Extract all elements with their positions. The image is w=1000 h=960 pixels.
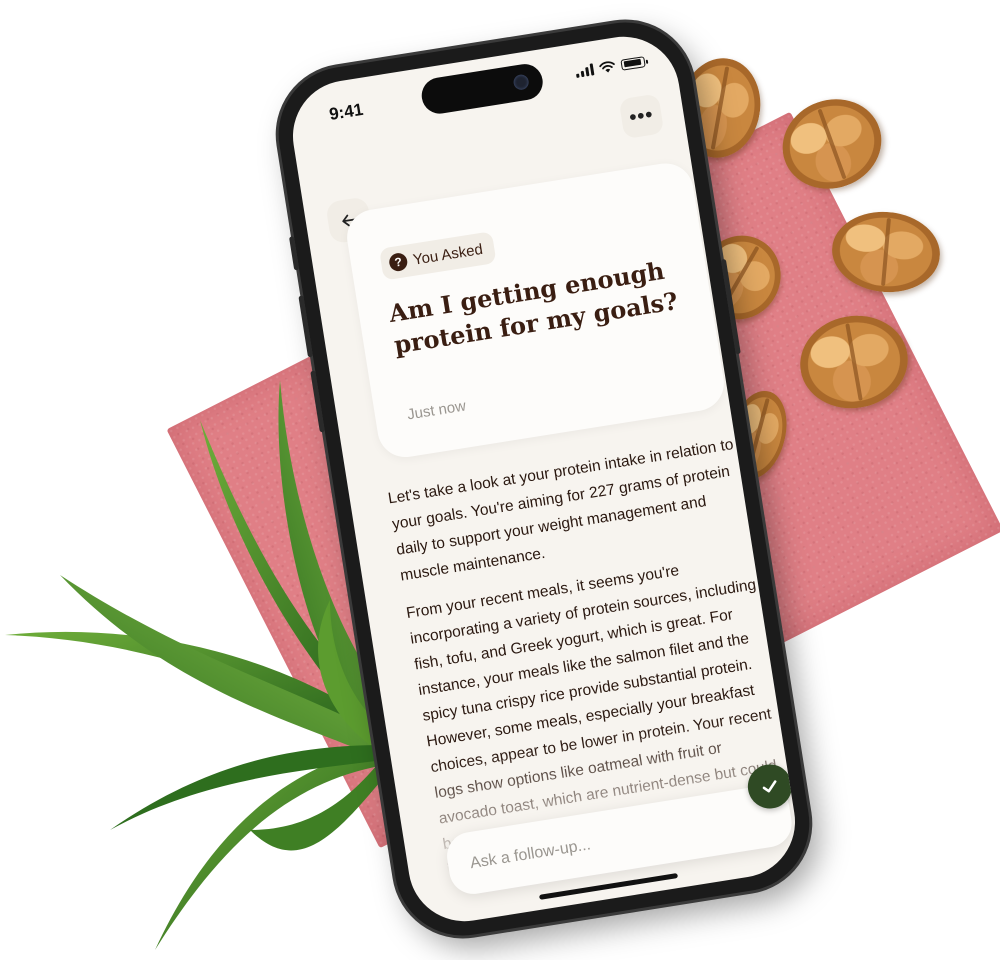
status-time: 9:41: [327, 99, 365, 124]
status-bar: 9:41: [285, 29, 679, 143]
you-asked-badge: ? You Asked: [378, 231, 497, 281]
status-icons: [575, 55, 646, 78]
battery-icon: [620, 55, 646, 71]
cellular-signal-icon: [575, 63, 595, 78]
checkmark-icon: [762, 780, 777, 793]
question-card: ? You Asked Am I getting enough protein …: [343, 159, 728, 462]
question-bubble-icon: ?: [387, 251, 409, 273]
dynamic-island: [419, 61, 546, 117]
badge-label: You Asked: [411, 240, 484, 269]
more-options-button[interactable]: •••: [618, 93, 665, 140]
wifi-icon: [599, 61, 615, 73]
more-horizontal-icon: •••: [627, 103, 655, 129]
question-timestamp: Just now: [405, 397, 468, 424]
